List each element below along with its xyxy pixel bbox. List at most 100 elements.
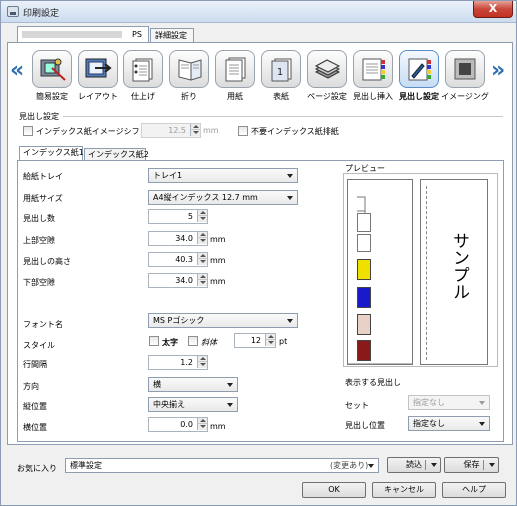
preview-sample-text: サンプル [449,232,469,300]
ribbon-fold[interactable] [169,50,209,88]
tab-height-spinner[interactable]: 40.3 [148,252,208,267]
count-value: 5 [187,212,193,221]
image-shift-label: インデックス紙イメージシフト [36,127,148,136]
set-value: 指定なし [413,398,445,407]
chevron-down-icon [227,383,233,387]
font-label: フォント名 [23,320,63,329]
preview-sample-page: サンプル [420,179,488,365]
load-button[interactable]: 読込 [387,457,441,473]
printer-name-redacted [22,31,122,38]
font-select[interactable]: MS Pゴシック [148,313,298,328]
tab-height-value: 40.3 [175,255,193,264]
preview-tab-2 [357,234,371,252]
ribbon-page-settings[interactable] [307,50,347,88]
spin-down-icon[interactable] [197,424,207,430]
tab-printer-ps[interactable]: PS [17,26,149,43]
discard-checkbox[interactable] [238,126,248,136]
quick-setup-icon [40,58,66,81]
line-spacing-value: 1.2 [180,358,193,367]
horizontal-position-unit: mm [210,422,226,431]
preview-dash-line [426,186,427,360]
spin-down-icon[interactable] [265,340,275,346]
close-button[interactable]: X [473,1,513,18]
ribbon-tab-insert[interactable] [353,50,393,88]
title-bar: 印刷設定 X [1,1,516,23]
italic-label: 斜体 [201,338,217,347]
ribbon-quick-setup[interactable] [32,50,72,88]
tray-select[interactable]: トレイ1 [148,168,298,183]
chevron-down-icon[interactable] [489,463,495,467]
top-gap-value: 34.0 [175,234,193,243]
set-select[interactable]: 指定なし [408,395,490,410]
tab-ps-label: PS [132,30,142,39]
horizontal-position-spinner[interactable]: 0.0 [148,417,208,432]
save-button[interactable]: 保存 [444,457,499,473]
count-spinner[interactable]: 5 [148,209,208,224]
italic-checkbox[interactable] [188,336,198,346]
tab-height-unit: mm [210,256,226,265]
preview-tab-3 [357,259,371,280]
favorites-value: 標準設定 [70,461,102,470]
ribbon-paper[interactable] [215,50,255,88]
preview-tab-4 [357,287,371,308]
top-gap-spinner[interactable]: 34.0 [148,231,208,246]
spin-down-icon[interactable] [197,362,207,368]
font-size-spinner[interactable]: 12 [234,333,276,348]
top-gap-unit: mm [210,235,226,244]
image-shift-checkbox[interactable] [23,126,33,136]
image-shift-spinner[interactable]: 12.5 [141,123,201,138]
spin-down-icon[interactable] [197,238,207,244]
vertical-position-select[interactable]: 中央揃え [148,397,238,412]
spin-down-icon[interactable] [190,130,200,136]
chevron-down-icon[interactable] [431,463,437,467]
preview-tab-1 [357,213,371,232]
bottom-gap-label: 下部空隙 [23,278,55,287]
vertical-position-label: 縦位置 [23,402,47,411]
svg-text:1: 1 [277,67,283,78]
tab-position-select[interactable]: 指定なし [408,416,490,431]
spin-down-icon[interactable] [197,259,207,265]
help-button[interactable]: ヘルプ [442,482,506,498]
section-divider [63,116,503,117]
print-settings-window: 印刷設定 X PS 詳細設定 « » 1 簡易設定 レイアウト 仕上げ 折り 用… [0,0,517,506]
tab-index-paper-1[interactable]: インデックス紙1 [19,146,84,160]
load-button-label: 読込 [406,460,422,469]
favorites-select[interactable]: 標準設定 (変更あり) [65,458,379,473]
tab-advanced[interactable]: 詳細設定 [150,28,194,43]
paper-icon [225,57,246,82]
tab-insert-icon [362,58,385,81]
tab-position-value: 指定なし [413,419,445,428]
style-label: スタイル [23,341,55,350]
horizontal-position-label: 横位置 [23,423,47,432]
ribbon-cover[interactable]: 1 [261,50,301,88]
chevron-down-icon [227,403,233,407]
ok-button[interactable]: OK [302,482,366,498]
image-shift-unit: mm [203,126,219,135]
chevron-down-icon [368,464,374,468]
save-button-label: 保存 [463,460,480,469]
direction-select[interactable]: 横 [148,377,238,392]
ribbon-next-icon[interactable]: » [491,60,505,82]
font-size-value: 12 [250,336,261,345]
ribbon-layout[interactable] [78,50,118,88]
ribbon-prev-icon[interactable]: « [10,60,24,82]
line-spacing-spinner[interactable]: 1.2 [148,355,208,370]
ribbon-finishing[interactable] [123,50,163,88]
bold-checkbox[interactable] [149,336,159,346]
ribbon-imaging[interactable] [445,50,485,88]
tray-value: トレイ1 [153,171,183,180]
chevron-down-icon [479,401,485,405]
spin-down-icon[interactable] [197,280,207,286]
spin-down-icon[interactable] [197,216,207,222]
chevron-down-icon [287,196,293,200]
size-select[interactable]: A4縦インデックス 12.7 mm [148,190,298,205]
cancel-button[interactable]: キャンセル [372,482,436,498]
bottom-gap-spinner[interactable]: 34.0 [148,273,208,288]
line-spacing-label: 行間隔 [23,360,47,369]
font-value: MS Pゴシック [153,316,205,325]
tab-position-label: 見出し位置 [345,421,385,430]
ribbon-tab-settings[interactable] [399,50,439,88]
imaging-icon [454,58,476,80]
set-label: セット [345,401,369,410]
bottom-gap-unit: mm [210,277,226,286]
